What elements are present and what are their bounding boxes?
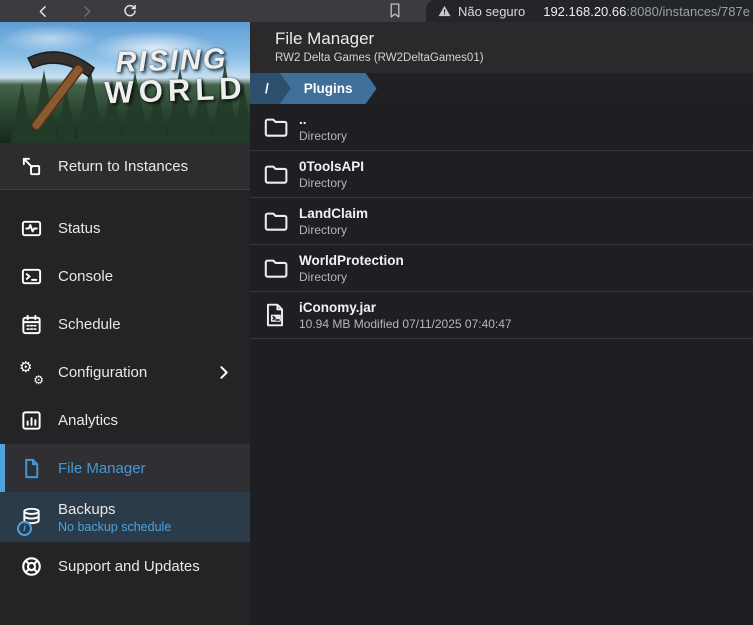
file-name: iConomy.jar — [299, 300, 512, 315]
bar-chart-icon — [20, 409, 43, 432]
breadcrumb-plugins[interactable]: Plugins — [280, 73, 377, 104]
backup-schedule-status: No backup schedule — [58, 520, 171, 534]
file-name: .. — [299, 112, 347, 127]
sidebar-item-status[interactable]: Status — [0, 204, 250, 252]
instance-name: RW2 Delta Games (RW2DeltaGames01) — [275, 52, 737, 64]
sidebar-item-analytics[interactable]: Analytics — [0, 396, 250, 444]
database-icon: i — [20, 506, 43, 529]
logo-text: RISING WORLD — [103, 46, 241, 108]
sidebar-spacer — [0, 190, 250, 204]
sidebar-item-console[interactable]: Console — [0, 252, 250, 300]
file-row-0toolsapi[interactable]: 0ToolsAPI Directory — [250, 151, 753, 198]
breadcrumb: / Plugins — [250, 73, 753, 104]
warning-icon — [438, 5, 451, 17]
lifebuoy-icon — [20, 555, 43, 578]
exit-icon — [20, 155, 43, 178]
sidebar-item-label: Schedule — [58, 316, 121, 333]
file-meta: Directory — [299, 176, 364, 190]
sidebar-item-configuration[interactable]: ⚙⚙ Configuration — [0, 348, 250, 396]
sidebar-item-label: File Manager — [58, 460, 146, 477]
security-label: Não seguro — [458, 4, 525, 19]
sidebar-item-label: Return to Instances — [58, 158, 188, 175]
pickaxe-icon — [6, 40, 110, 140]
file-meta: 10.94 MB Modified 07/11/2025 07:40:47 — [299, 317, 512, 331]
info-icon: i — [17, 521, 32, 536]
bookmark-icon[interactable] — [388, 2, 402, 19]
page-title: File Manager — [275, 29, 737, 49]
sidebar-item-file-manager[interactable]: File Manager — [0, 444, 250, 492]
breadcrumb-root-label: / — [265, 81, 269, 96]
sidebar-item-label: Support and Updates — [58, 558, 200, 575]
file-meta: Directory — [299, 270, 404, 284]
page-header: File Manager RW2 Delta Games (RW2DeltaGa… — [250, 22, 753, 73]
address-bar[interactable]: Não seguro 192.168.20.66:8080/instances/… — [426, 0, 753, 22]
sidebar-item-schedule[interactable]: Schedule — [0, 300, 250, 348]
app-window: RISING WORLD Return to Instances Status … — [0, 22, 753, 625]
file-row-landclaim[interactable]: LandClaim Directory — [250, 198, 753, 245]
sidebar-item-label: Console — [58, 268, 113, 285]
browser-toolbar: Não seguro 192.168.20.66:8080/instances/… — [0, 0, 753, 22]
url-host: 192.168.20.66 — [543, 4, 626, 19]
folder-icon — [262, 114, 288, 140]
file-row-iconomy-jar[interactable]: iConomy.jar 10.94 MB Modified 07/11/2025… — [250, 292, 753, 339]
sidebar-item-backups[interactable]: i Backups No backup schedule — [0, 492, 250, 542]
logo-line-2: WORLD — [104, 73, 241, 107]
console-icon — [20, 265, 43, 288]
file-name: LandClaim — [299, 206, 368, 221]
sidebar-item-support-and-updates[interactable]: Support and Updates — [0, 542, 250, 590]
file-meta: Directory — [299, 129, 347, 143]
url-path: :8080/instances/787e — [626, 4, 750, 19]
status-icon — [20, 217, 43, 240]
file-name: WorldProtection — [299, 253, 404, 268]
chevron-right-icon — [215, 364, 232, 381]
forward-icon[interactable] — [79, 4, 94, 19]
calendar-icon — [20, 313, 43, 336]
folder-icon — [262, 255, 288, 281]
sidebar-item-label: Configuration — [58, 364, 147, 381]
rising-world-logo: RISING WORLD — [0, 22, 250, 143]
sidebar-item-label: Analytics — [58, 412, 118, 429]
file-list: .. Directory 0ToolsAPI Directory Lan — [250, 104, 753, 339]
sidebar: RISING WORLD Return to Instances Status … — [0, 22, 250, 625]
document-icon — [20, 457, 43, 480]
sidebar-item-label: Backups — [58, 501, 171, 518]
file-name: 0ToolsAPI — [299, 159, 364, 174]
gears-icon: ⚙⚙ — [20, 361, 43, 384]
file-row-worldprotection[interactable]: WorldProtection Directory — [250, 245, 753, 292]
main-panel: File Manager RW2 Delta Games (RW2DeltaGa… — [250, 22, 753, 625]
folder-icon — [262, 208, 288, 234]
breadcrumb-plugins-label: Plugins — [304, 81, 353, 96]
url-text: 192.168.20.66:8080/instances/787e — [543, 4, 750, 19]
folder-icon — [262, 161, 288, 187]
reload-icon[interactable] — [122, 3, 138, 19]
sidebar-item-return-to-instances[interactable]: Return to Instances — [0, 143, 250, 190]
file-meta: Directory — [299, 223, 368, 237]
back-icon[interactable] — [36, 4, 51, 19]
sidebar-item-label: Status — [58, 220, 101, 237]
file-row-parent[interactable]: .. Directory — [250, 104, 753, 151]
executable-file-icon — [262, 302, 288, 328]
